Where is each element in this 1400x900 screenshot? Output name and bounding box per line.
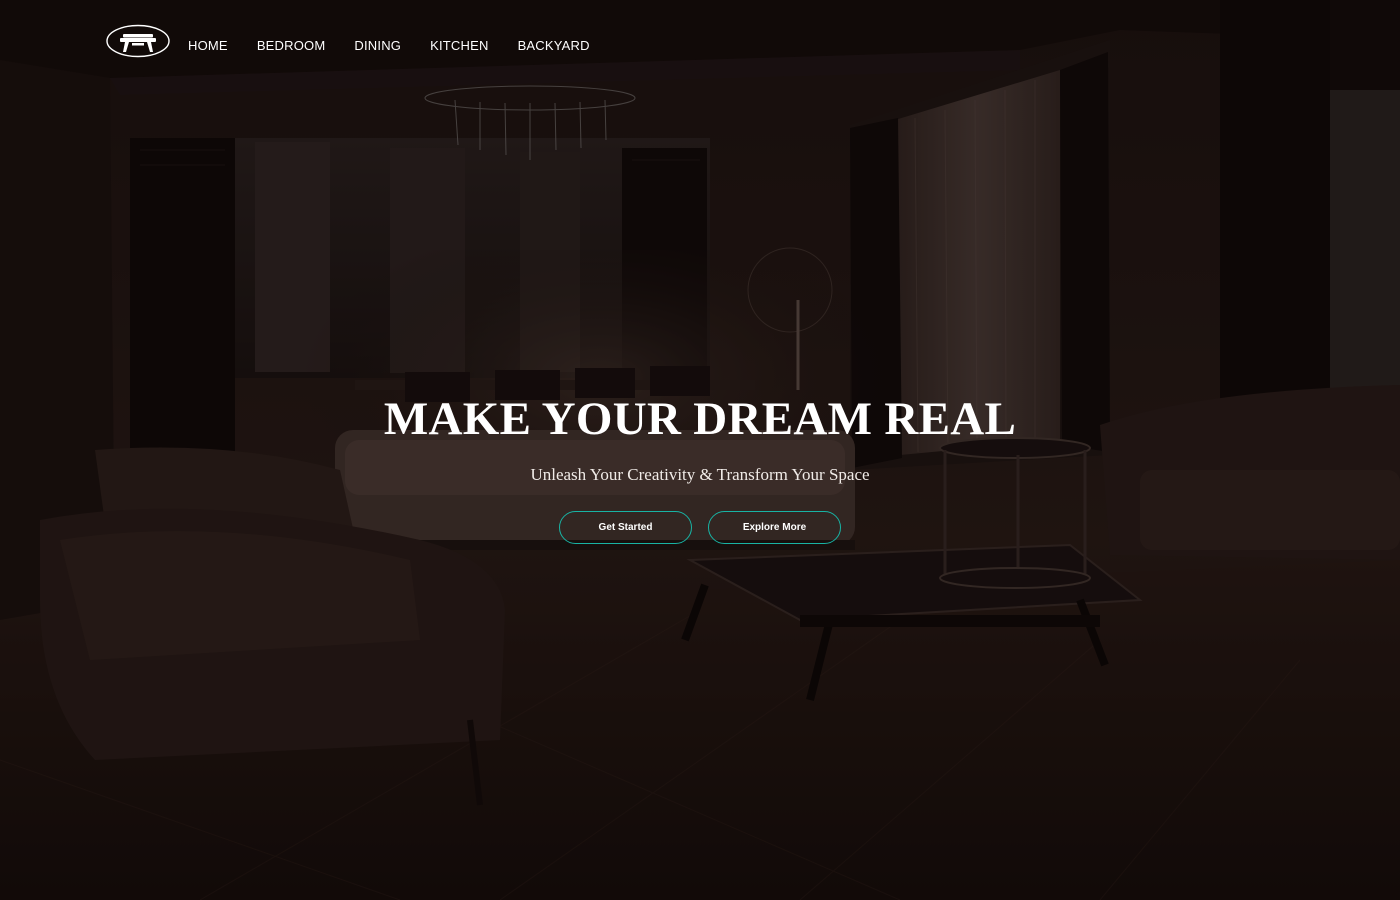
nav-links: HOME BEDROOM DINING KITCHEN BACKYARD (188, 30, 619, 53)
explore-more-button[interactable]: Explore More (708, 511, 841, 544)
nav-item-dining[interactable]: DINING (354, 38, 401, 53)
cta-button-group: Get Started Explore More (0, 511, 1400, 544)
table-icon[interactable] (106, 24, 170, 58)
hero-title: MAKE YOUR DREAM REAL (383, 393, 1017, 445)
hero-subtitle: Unleash Your Creativity & Transform Your… (530, 465, 870, 484)
main-navigation: HOME BEDROOM DINING KITCHEN BACKYARD (106, 22, 619, 60)
nav-item-backyard[interactable]: BACKYARD (518, 38, 590, 53)
nav-item-bedroom[interactable]: BEDROOM (257, 38, 326, 53)
nav-item-home[interactable]: HOME (188, 38, 228, 53)
get-started-button[interactable]: Get Started (559, 511, 692, 544)
hero-content: MAKE YOUR DREAM REAL Unleash Your Creati… (0, 392, 1400, 544)
nav-item-kitchen[interactable]: KITCHEN (430, 38, 488, 53)
